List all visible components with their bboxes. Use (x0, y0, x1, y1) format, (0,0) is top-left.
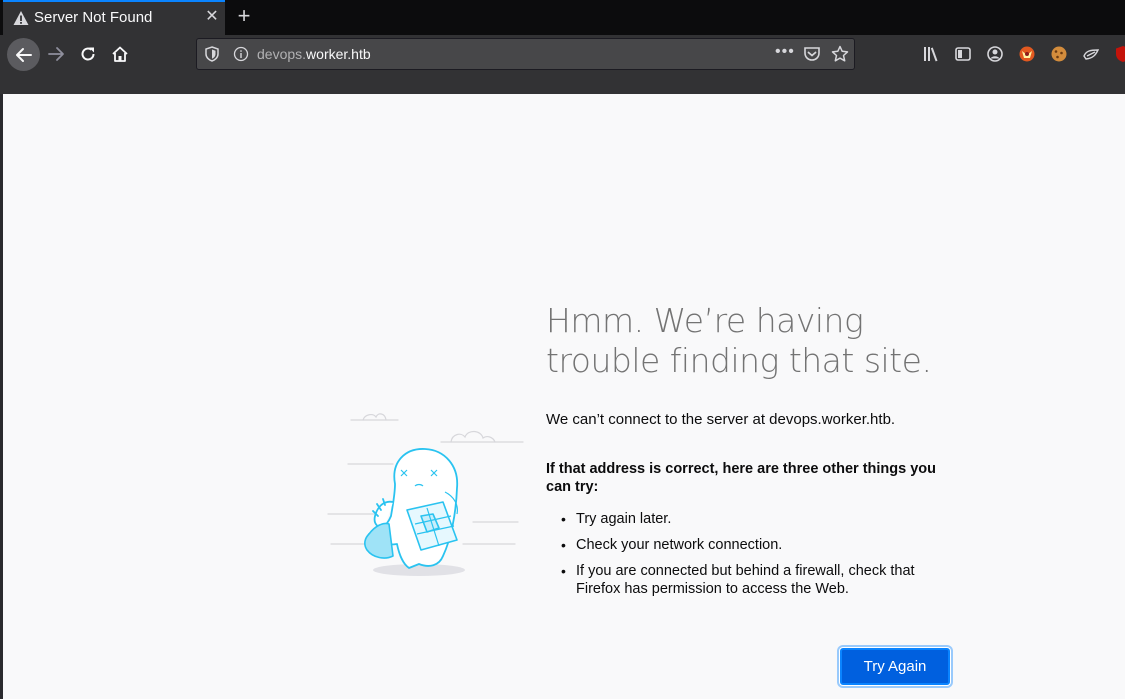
extension-cookie-icon[interactable] (1050, 45, 1068, 63)
account-icon[interactable] (986, 45, 1004, 63)
title-part-1: Hmm (546, 301, 634, 340)
arrow-right-icon (48, 47, 64, 61)
url-subdomain: devops. (257, 46, 307, 62)
pocket-icon[interactable] (803, 45, 821, 63)
error-description: We can’t connect to the server at devops… (546, 411, 896, 428)
tab-title: Server Not Found (34, 9, 153, 26)
new-tab-button[interactable]: + (233, 5, 255, 27)
url-host: worker.htb (306, 46, 371, 62)
sidebar-icon[interactable] (954, 45, 972, 63)
suggestions-heading: If that address is correct, here are thr… (546, 461, 936, 495)
home-icon (112, 46, 128, 62)
page-actions-icon[interactable]: ••• (775, 43, 795, 61)
navigation-toolbar: devops.worker.htb ••• (0, 35, 1125, 94)
title-part-3: . (921, 341, 932, 380)
extension-ublock-icon[interactable] (1114, 45, 1125, 63)
reload-button[interactable] (78, 44, 98, 64)
close-tab-icon[interactable]: ✕ (203, 8, 221, 26)
home-button[interactable] (110, 44, 130, 64)
error-title: Hmm. We’re having trouble finding that s… (546, 301, 966, 381)
tab-server-not-found[interactable]: Server Not Found ✕ (3, 0, 225, 35)
extension-wappalyzer-icon[interactable] (1082, 45, 1100, 63)
url-bar[interactable]: devops.worker.htb ••• (196, 38, 855, 70)
url-text[interactable]: devops.worker.htb (257, 46, 371, 62)
list-item: Check your network connection. (561, 536, 956, 554)
dinosaur-illustration (327, 413, 524, 576)
try-again-button[interactable]: Try Again (840, 648, 950, 685)
warning-icon (13, 11, 29, 25)
bookmark-star-icon[interactable] (831, 45, 849, 63)
error-page: Hmm. We’re having trouble finding that s… (3, 94, 1125, 699)
back-button[interactable] (7, 38, 40, 71)
info-icon[interactable] (233, 46, 249, 62)
suggestions-list: Try again later. Check your network conn… (561, 510, 956, 606)
arrow-left-icon (15, 47, 32, 62)
forward-button[interactable] (46, 44, 66, 64)
list-item: If you are connected but behind a firewa… (561, 562, 956, 598)
tab-strip: Server Not Found ✕ + (0, 0, 1125, 35)
library-icon[interactable] (922, 45, 940, 63)
extension-foxyproxy-icon[interactable] (1018, 45, 1036, 63)
tracking-shield-icon[interactable] (204, 46, 220, 62)
list-item: Try again later. (561, 510, 956, 528)
reload-icon (81, 47, 95, 61)
